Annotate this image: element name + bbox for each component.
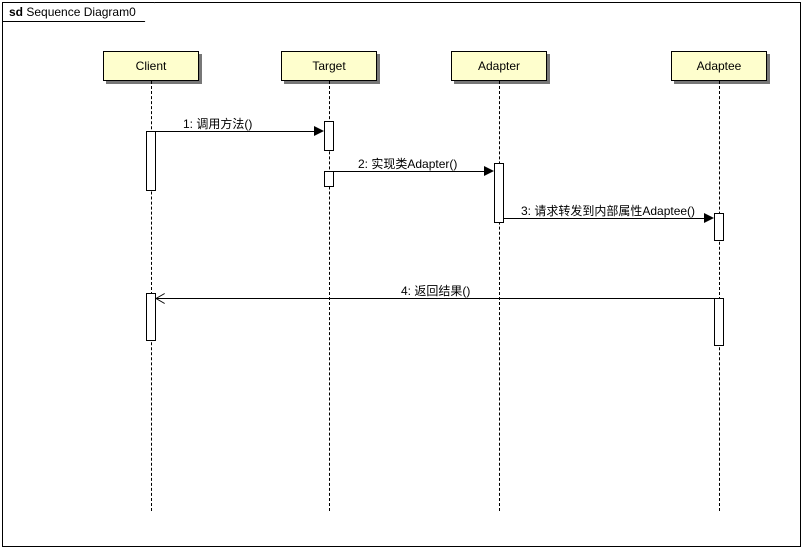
participant-label: Target — [312, 59, 345, 73]
activation-adaptee — [714, 298, 724, 346]
activation-adapter — [494, 163, 504, 223]
participant-adaptee: Adaptee — [671, 51, 767, 81]
arrowhead-right-icon — [704, 213, 714, 223]
activation-adaptee — [714, 213, 724, 241]
participant-label: Adapter — [478, 59, 520, 73]
lifeline-adapter — [499, 81, 500, 511]
arrowhead-right-icon — [314, 126, 324, 136]
sequence-diagram-frame: sd Sequence Diagram0 Client Target Adapt… — [2, 2, 801, 547]
frame-title: Sequence Diagram0 — [26, 5, 135, 19]
message-arrow — [504, 218, 704, 219]
message-arrow — [156, 131, 314, 132]
activation-client — [146, 131, 156, 191]
message-label: 4: 返回结果() — [401, 282, 470, 299]
participant-client: Client — [103, 51, 199, 81]
participant-target: Target — [281, 51, 377, 81]
message-return-arrow — [156, 298, 714, 299]
participant-adapter: Adapter — [451, 51, 547, 81]
arrowhead-right-icon — [484, 166, 494, 176]
message-arrow — [334, 171, 484, 172]
frame-prefix: sd — [9, 5, 23, 19]
activation-target — [324, 121, 334, 151]
participant-label: Adaptee — [697, 59, 742, 73]
participant-label: Client — [136, 59, 167, 73]
frame-title-tab: sd Sequence Diagram0 — [2, 2, 155, 22]
message-label: 1: 调用方法() — [183, 115, 252, 132]
message-label: 3: 请求转发到内部属性Adaptee() — [521, 202, 695, 219]
arrowhead-left-open-icon — [156, 293, 166, 303]
activation-target — [324, 171, 334, 187]
lifeline-adaptee — [719, 81, 720, 511]
message-label: 2: 实现类Adapter() — [358, 155, 457, 172]
activation-client — [146, 293, 156, 341]
